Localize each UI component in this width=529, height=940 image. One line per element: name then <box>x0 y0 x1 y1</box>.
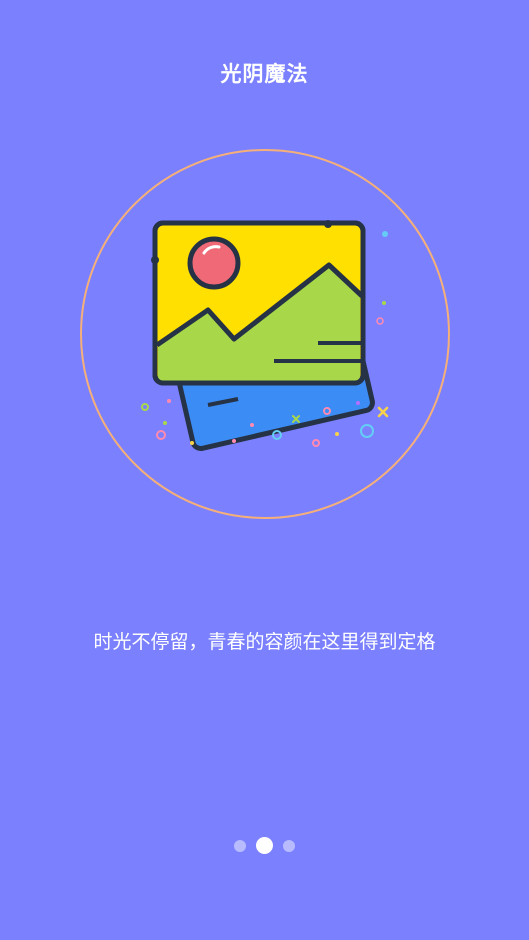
page-indicator <box>0 837 529 854</box>
page-dot-2-active[interactable] <box>256 837 273 854</box>
page-dot-3[interactable] <box>283 839 295 852</box>
onboarding-caption: 时光不停留，青春的容颜在这里得到定格 <box>93 631 436 653</box>
page-dot-1[interactable] <box>234 839 246 852</box>
page-title: 光阴魔法 <box>220 62 309 86</box>
front-photo-card <box>151 220 366 407</box>
hero-illustration <box>78 147 452 521</box>
